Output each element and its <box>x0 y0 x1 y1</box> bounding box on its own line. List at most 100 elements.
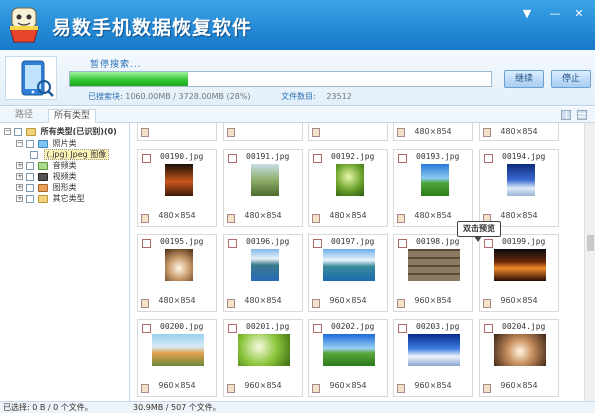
file-name: 00192.jpg <box>331 152 375 161</box>
expand-icon[interactable]: + <box>16 173 23 180</box>
category-tree: − 所有类型(已识别)(0) − 照片类 (.jpg) Jpeg 图像 + 音频… <box>0 123 130 401</box>
file-card[interactable]: 00191.jpg 480×854 <box>223 149 303 227</box>
thumbnail <box>165 249 193 281</box>
file-card[interactable]: 00203.jpg 960×854 <box>393 319 473 397</box>
tree-item-other[interactable]: + 其它类型 <box>16 193 85 204</box>
thumbnail <box>494 334 546 366</box>
file-card[interactable]: 00192.jpg 480×854 <box>308 149 388 227</box>
collapse-icon[interactable]: − <box>16 140 23 147</box>
file-card[interactable]: 00193.jpg 480×854 <box>393 149 473 227</box>
file-card[interactable]: 00200.jpg 960×854 <box>137 319 217 397</box>
file-card[interactable]: 480×854 <box>393 123 473 141</box>
expand-icon[interactable]: + <box>16 162 23 169</box>
checkbox[interactable] <box>313 239 322 248</box>
file-card[interactable]: 00204.jpg 960×854 <box>479 319 559 397</box>
checkbox[interactable] <box>142 324 151 333</box>
tab-path[interactable]: 路径 <box>10 109 38 123</box>
checkbox[interactable] <box>484 239 493 248</box>
checkbox[interactable] <box>30 150 38 159</box>
grid-view-icon[interactable] <box>561 110 571 120</box>
file-name: 00196.jpg <box>246 237 290 246</box>
checkbox[interactable] <box>25 139 34 148</box>
file-dims: 480×854 <box>244 296 282 305</box>
close-button[interactable]: ✕ <box>570 6 588 22</box>
checkbox[interactable] <box>25 194 34 203</box>
tooltip-pointer <box>474 236 482 242</box>
selected-status: 已选择: 0 B / 0 个文件。 <box>3 403 93 412</box>
checkbox[interactable] <box>142 154 151 163</box>
phone-icon-box <box>5 56 57 100</box>
folder-icon <box>38 194 49 203</box>
thumbnail <box>494 249 546 281</box>
checkbox[interactable] <box>13 127 22 136</box>
list-view-icon[interactable] <box>577 110 587 120</box>
file-dims: 960×854 <box>414 381 452 390</box>
vertical-scrollbar[interactable] <box>584 123 595 401</box>
file-card[interactable]: 00195.jpg 480×854 <box>137 234 217 312</box>
checkbox[interactable] <box>313 324 322 333</box>
tree-item-photos[interactable]: − 照片类 <box>16 138 77 149</box>
file-card[interactable]: 00196.jpg 480×854 <box>223 234 303 312</box>
checkbox[interactable] <box>228 239 237 248</box>
file-dims: 960×854 <box>329 381 367 390</box>
tree-item-video[interactable]: + 视频类 <box>16 171 77 182</box>
file-dims: 960×854 <box>414 296 452 305</box>
thumbnail <box>408 249 460 281</box>
checkbox[interactable] <box>398 239 407 248</box>
scan-panel: 暂停搜索... 继续 停止 已搜索块: 1060.00MB / 3728.00M… <box>0 50 595 106</box>
checkbox[interactable] <box>25 172 34 181</box>
file-name: 00191.jpg <box>246 152 290 161</box>
checkbox[interactable] <box>313 154 322 163</box>
tree-item-all[interactable]: − 所有类型(已识别)(0) <box>4 126 117 137</box>
thumbnail <box>408 334 460 366</box>
file-dims: 960×854 <box>158 381 196 390</box>
dropdown-menu-icon[interactable]: ▼ <box>518 6 536 22</box>
file-card[interactable] <box>308 123 388 141</box>
file-card[interactable]: 00199.jpg 960×854 <box>479 234 559 312</box>
tree-item-graphics[interactable]: + 图形类 <box>16 182 77 193</box>
file-card[interactable]: 00194.jpg 480×854 <box>479 149 559 227</box>
checkbox[interactable] <box>25 161 34 170</box>
file-card[interactable]: 00201.jpg 960×854 <box>223 319 303 397</box>
file-name: 00204.jpg <box>502 322 546 331</box>
checkbox[interactable] <box>228 154 237 163</box>
tree-label: 照片类 <box>52 139 77 148</box>
thumbnail <box>251 164 279 196</box>
continue-button[interactable]: 继续 <box>504 70 544 88</box>
file-card[interactable]: 00202.jpg 960×854 <box>308 319 388 397</box>
scrollbar-thumb[interactable] <box>587 235 594 251</box>
minimize-button[interactable]: — <box>546 6 564 22</box>
file-name: 00197.jpg <box>331 237 375 246</box>
tree-label: 其它类型 <box>52 194 85 203</box>
checkbox[interactable] <box>484 154 493 163</box>
tree-item-jpeg[interactable]: (.jpg) Jpeg 图像 <box>30 149 110 160</box>
progress-bar <box>69 71 492 87</box>
thumbnail <box>323 249 375 281</box>
checkbox[interactable] <box>142 239 151 248</box>
file-dims: 480×854 <box>414 211 452 220</box>
file-card[interactable]: 00198.jpg 960×854 <box>393 234 473 312</box>
file-dims: 480×854 <box>158 296 196 305</box>
expand-icon[interactable]: + <box>16 195 23 202</box>
file-card[interactable] <box>137 123 217 141</box>
stop-button[interactable]: 停止 <box>551 70 591 88</box>
file-card[interactable]: 00190.jpg 480×854 <box>137 149 217 227</box>
collapse-icon[interactable]: − <box>4 128 11 135</box>
file-card[interactable] <box>223 123 303 141</box>
checkbox[interactable] <box>228 324 237 333</box>
file-card[interactable]: 480×854 <box>479 123 559 141</box>
checkbox[interactable] <box>484 324 493 333</box>
checkbox[interactable] <box>25 183 34 192</box>
expand-icon[interactable]: + <box>16 184 23 191</box>
file-dims: 960×854 <box>329 296 367 305</box>
tree-label: 音频类 <box>52 161 77 170</box>
file-name: 00202.jpg <box>331 322 375 331</box>
file-card[interactable]: 00197.jpg 960×854 <box>308 234 388 312</box>
file-dims: 480×854 <box>500 211 538 220</box>
checkbox[interactable] <box>398 324 407 333</box>
searched-value: 1060.00MB / 3728.00MB (28%) <box>125 92 251 101</box>
tree-item-audio[interactable]: + 音频类 <box>16 160 77 171</box>
checkbox[interactable] <box>398 154 407 163</box>
jpg-type-icon <box>312 128 320 137</box>
tab-all-types[interactable]: 所有类型 <box>48 109 97 123</box>
